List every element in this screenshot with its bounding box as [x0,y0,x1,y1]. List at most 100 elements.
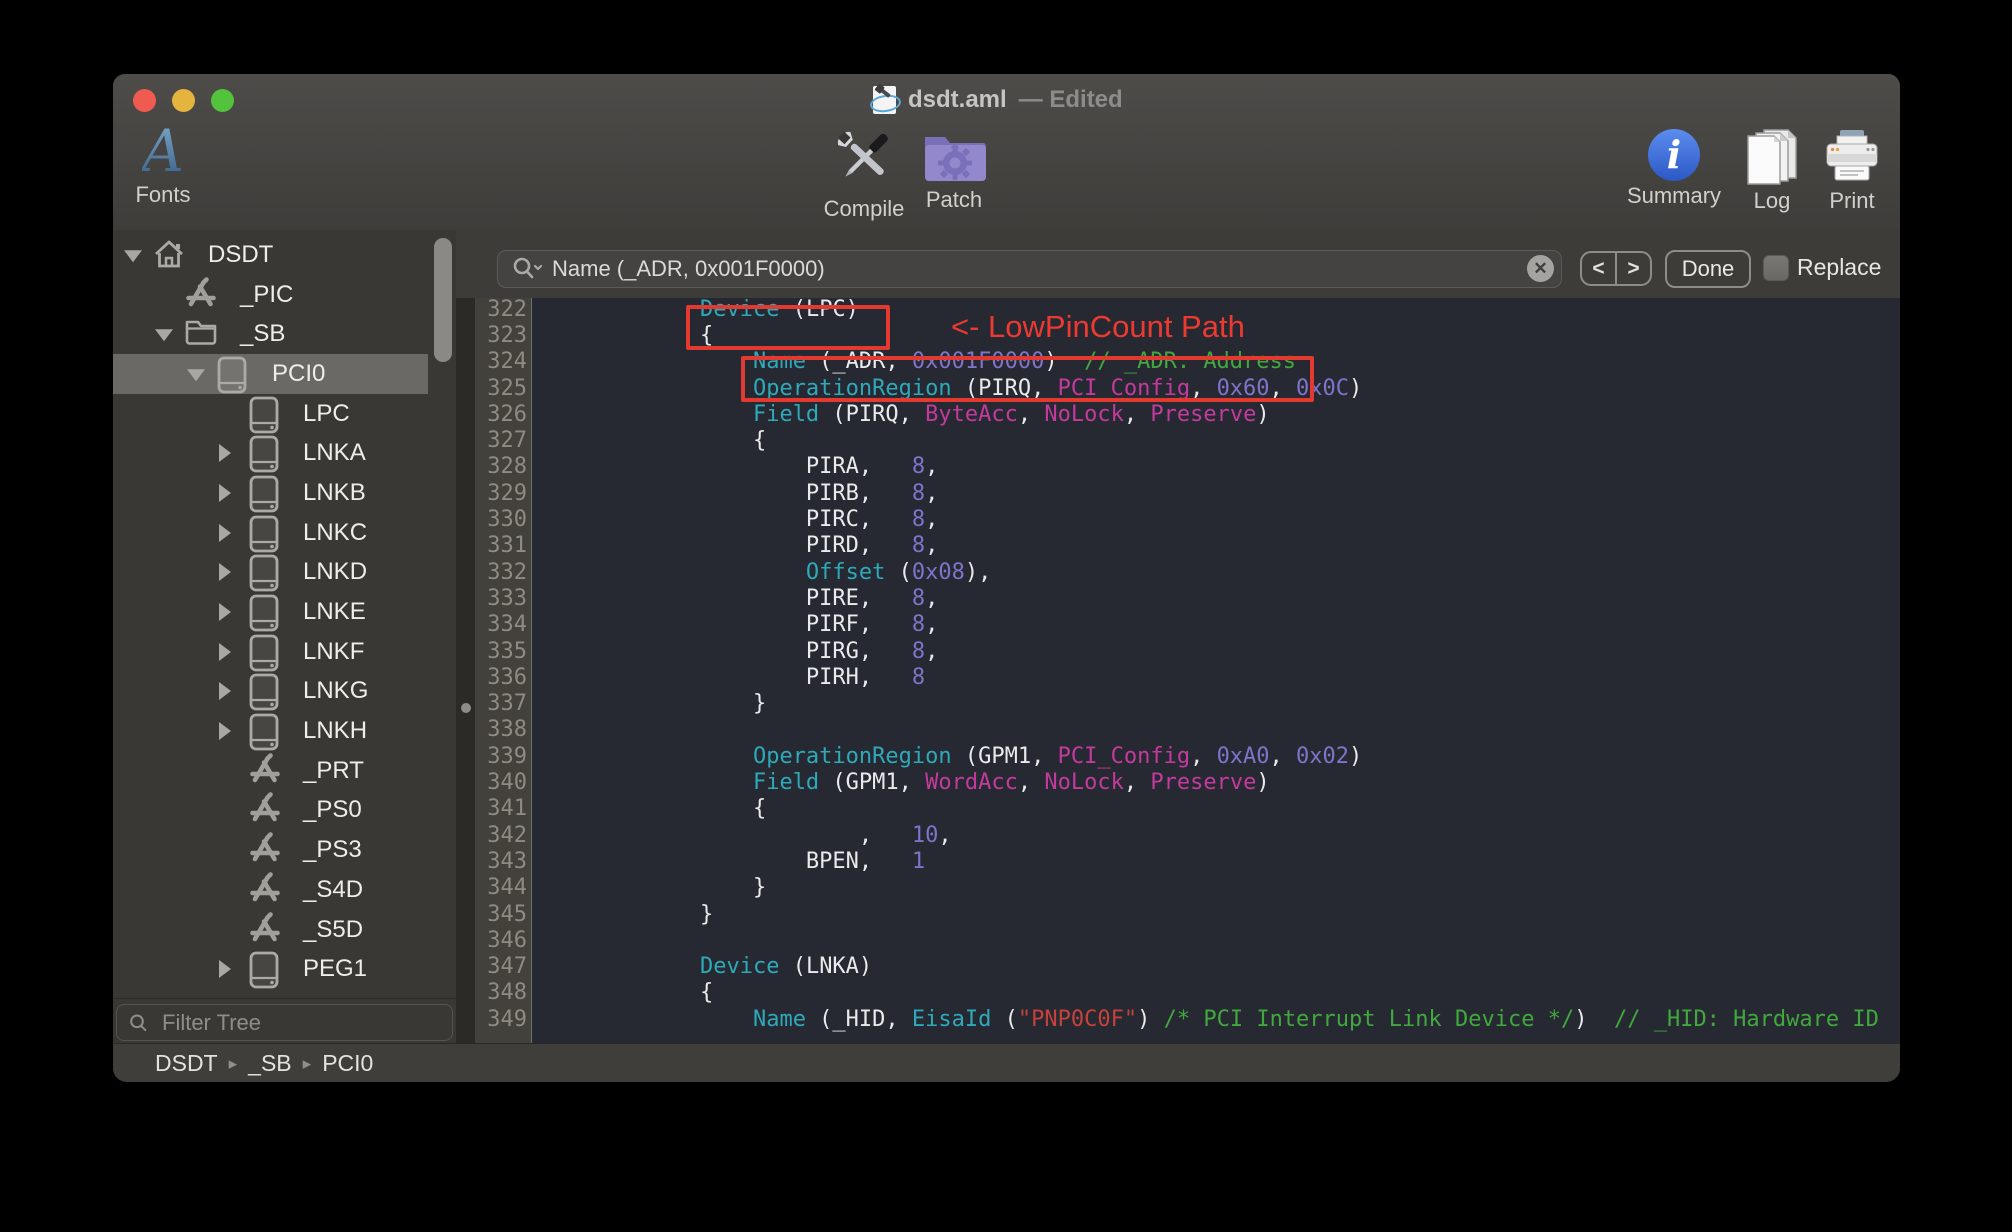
device-icon [248,713,282,751]
code-line-336: 336 PIRH, 8 [456,664,1900,691]
status-bar: DSDT ▸ _SB ▸ PCI0 [113,1043,1900,1082]
line-number: 348 [487,980,527,1006]
zoom-traffic-light[interactable] [211,89,234,112]
search-icon [513,257,543,279]
code-text: Offset (0x08), [805,559,992,585]
code-text: } [594,691,767,717]
sidebar-item-_prt[interactable]: _PRT [113,751,456,791]
sidebar-item-_pic[interactable]: _PIC [113,275,456,315]
line-number: 340 [487,770,527,795]
search-input[interactable] [552,256,1561,282]
sidebar-item-lnke[interactable]: LNKE [113,592,456,632]
code-editor[interactable]: 321322 Device (LPC)323 {324 Name (_ADR, … [456,298,1900,1043]
replace-checkbox[interactable] [1763,255,1789,281]
disclosure-right-icon[interactable] [219,523,231,542]
disclosure-down-icon[interactable] [124,250,142,263]
pane-splitter[interactable] [456,298,475,1043]
minimize-traffic-light[interactable] [172,89,195,112]
patch-button[interactable]: Patch [921,129,987,213]
sidebar-item-_ps0[interactable]: _PS0 [113,791,456,831]
sidebar-item-lnkh[interactable]: LNKH [113,711,456,751]
line-number: 324 [487,349,527,375]
code-text: Device (LNKA) [699,954,873,980]
sidebar-item-_sb[interactable]: _SB [113,314,456,354]
code-line-342: 342 , 10, [456,822,1900,849]
method-icon [248,911,282,948]
code-text: BPEN, 1 [594,848,926,874]
line-number: 343 [487,848,527,874]
sidebar-scrollbar[interactable] [434,238,452,362]
close-traffic-light[interactable] [133,89,156,112]
print-button[interactable]: Print [1823,128,1881,214]
sidebar-item-_ps3[interactable]: _PS3 [113,830,456,870]
filter-field[interactable] [116,1004,453,1041]
breadcrumb-item-dsdt[interactable]: DSDT [155,1050,218,1077]
tree-item-label: _PRT [303,756,364,784]
device-icon [248,515,282,553]
sidebar-item-lnkd[interactable]: LNKD [113,553,456,593]
screen: dsdt.aml — Edited A Fonts Compile Patch … [0,0,2012,1232]
sidebar-item-lpc[interactable]: LPC [113,394,456,434]
line-number: 330 [487,507,527,532]
log-label: Log [1753,188,1791,213]
filter-tree-input[interactable] [160,1008,452,1037]
line-number: 333 [487,585,527,611]
code-line-340: 340 Field (GPM1, WordAcc, NoLock, Preser… [456,769,1900,796]
sidebar-item-lnkc[interactable]: LNKC [113,513,456,553]
method-icon [248,792,282,828]
sidebar-item-_s4d[interactable]: _S4D [113,870,456,910]
filter-area [113,998,456,1044]
breadcrumb-item-pci0[interactable]: PCI0 [322,1050,373,1077]
line-number: 342 [487,822,527,848]
code-text: } [594,875,767,901]
disclosure-right-icon[interactable] [219,563,231,582]
sidebar-item-_s5d[interactable]: _S5D [113,910,456,950]
device-icon [248,475,282,513]
sidebar-item-lnkg[interactable]: LNKG [113,672,456,712]
code-line-344: 344 } [456,874,1900,901]
line-number: 332 [487,559,527,585]
device-icon [248,594,282,632]
sidebar-item-dsdt[interactable]: DSDT [113,235,456,275]
disclosure-right-icon[interactable] [219,603,231,622]
breadcrumb-item-_sb[interactable]: _SB [248,1050,291,1077]
disclosure-right-icon[interactable] [219,960,231,979]
disclosure-down-icon[interactable] [155,329,173,342]
disclosure-right-icon[interactable] [219,483,231,502]
sidebar-item-lnka[interactable]: LNKA [113,433,456,473]
disclosure-right-icon[interactable] [219,642,231,661]
splitter-handle-icon[interactable] [461,703,471,713]
code-text: PIRH, 8 [594,664,926,690]
sidebar-item-lnkf[interactable]: LNKF [113,632,456,672]
fonts-button[interactable]: A Fonts [127,122,199,208]
search-field[interactable]: ✕ [497,250,1562,288]
disclosure-down-icon[interactable] [187,369,205,382]
sidebar-item-pci0[interactable]: PCI0 [113,354,456,394]
compile-button[interactable]: Compile [824,124,904,222]
device-icon [248,951,282,989]
patch-label: Patch [925,187,983,212]
code-line-333: 333 PIRE, 8, [456,585,1900,612]
log-pages-icon [1747,129,1797,185]
window-title-status: — Edited [1018,86,1123,113]
log-button[interactable]: Log [1741,128,1803,214]
find-next-button[interactable]: > [1617,253,1650,284]
find-previous-button[interactable]: < [1582,253,1617,284]
done-button[interactable]: Done [1665,250,1751,288]
clear-search-icon[interactable]: ✕ [1527,255,1554,282]
line-number: 334 [487,612,527,638]
disclosure-right-icon[interactable] [219,444,231,463]
line-number: 344 [487,875,527,901]
code-text: PIRA, 8, [594,454,939,480]
sidebar-item-peg1[interactable]: PEG1 [113,949,456,989]
fonts-label: Fonts [135,182,191,207]
find-bar: ✕ < > Done Replace [456,230,1900,299]
maciasl-window: dsdt.aml — Edited A Fonts Compile Patch … [113,74,1900,1082]
sidebar-item-lnkb[interactable]: LNKB [113,473,456,513]
disclosure-right-icon[interactable] [219,682,231,701]
summary-button[interactable]: i Summary [1627,129,1721,209]
device-icon [248,396,282,433]
disclosure-right-icon[interactable] [219,722,231,741]
line-number: 337 [487,691,527,717]
line-number: 346 [487,927,527,953]
